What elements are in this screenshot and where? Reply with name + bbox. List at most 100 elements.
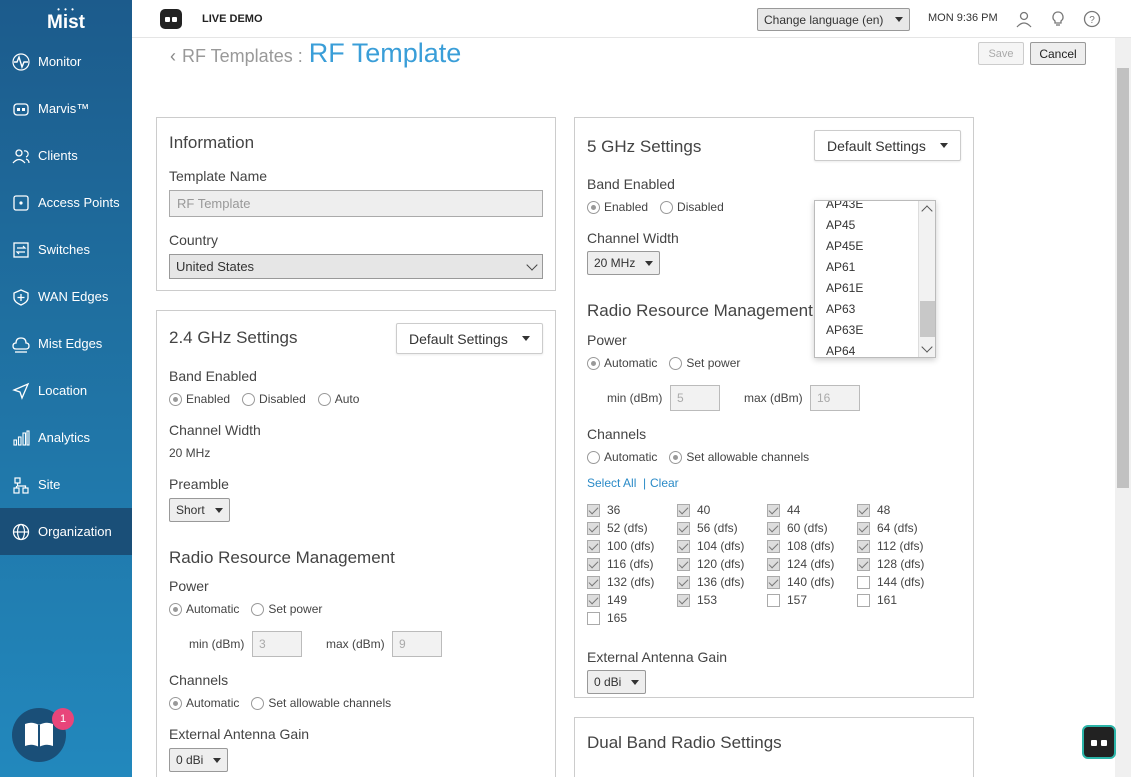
channel-checkbox-item[interactable]: 153: [677, 593, 717, 607]
channel-checkbox-item[interactable]: 64 (dfs): [857, 521, 918, 535]
band24-min-input[interactable]: 3: [252, 631, 302, 657]
band5-power-auto-option[interactable]: Automatic: [587, 356, 657, 370]
radio-selected[interactable]: [169, 602, 182, 616]
band24-max-input[interactable]: 9: [392, 631, 442, 657]
band24-ch-set-option[interactable]: Set allowable channels: [251, 696, 391, 710]
sidebar-item-access-points[interactable]: Access Points: [0, 179, 132, 226]
dropdown-option[interactable]: AP63E: [815, 319, 935, 340]
band24-auto-option[interactable]: Auto: [317, 392, 359, 406]
checkbox[interactable]: [587, 539, 600, 553]
channel-checkbox-item[interactable]: 40: [677, 503, 710, 517]
help-icon[interactable]: ?: [1083, 10, 1101, 28]
checkbox[interactable]: [587, 503, 600, 517]
dropdown-option[interactable]: AP63: [815, 298, 935, 319]
sidebar-item-monitor[interactable]: Monitor: [0, 38, 132, 85]
sidebar-item-location[interactable]: Location: [0, 367, 132, 414]
radio[interactable]: [251, 602, 265, 616]
checkbox[interactable]: [857, 503, 870, 517]
radio[interactable]: [242, 392, 256, 406]
dropdown-option[interactable]: AP64: [815, 340, 935, 358]
breadcrumb-parent[interactable]: RF Templates :: [182, 46, 303, 67]
channel-checkbox-item[interactable]: 161: [857, 593, 897, 607]
back-chevron-icon[interactable]: ‹: [170, 46, 176, 67]
checkbox[interactable]: [767, 521, 780, 535]
radio[interactable]: [669, 356, 683, 370]
channel-checkbox-item[interactable]: 56 (dfs): [677, 521, 738, 535]
channel-checkbox-item[interactable]: 165: [587, 611, 627, 625]
band24-default-settings-button[interactable]: Default Settings: [396, 323, 543, 354]
sidebar-item-organization[interactable]: Organization: [0, 508, 132, 555]
sidebar-item-analytics[interactable]: Analytics: [0, 414, 132, 461]
page-scroll-thumb[interactable]: [1117, 68, 1129, 488]
page-scrollbar[interactable]: [1115, 38, 1131, 777]
marvis-robot-icon[interactable]: [160, 8, 182, 29]
radio[interactable]: [587, 450, 600, 464]
radio-selected[interactable]: [587, 356, 600, 370]
radio[interactable]: [251, 696, 265, 710]
channel-checkbox-item[interactable]: 157: [767, 593, 807, 607]
checkbox[interactable]: [587, 521, 600, 535]
checkbox[interactable]: [767, 539, 780, 553]
checkbox[interactable]: [767, 557, 780, 571]
mist-logo[interactable]: • • • Mist: [0, 0, 132, 38]
cancel-button[interactable]: Cancel: [1030, 42, 1086, 65]
band24-power-set-option[interactable]: Set power: [251, 602, 322, 616]
channel-checkbox-item[interactable]: 108 (dfs): [767, 539, 834, 553]
sidebar-item-wan-edges[interactable]: WAN Edges: [0, 273, 132, 320]
clear-link[interactable]: Clear: [650, 476, 679, 490]
select-all-link[interactable]: Select All: [587, 476, 636, 490]
band5-antenna-select[interactable]: 0 dBi: [587, 670, 647, 694]
scroll-down-icon[interactable]: [921, 341, 933, 353]
checkbox[interactable]: [767, 575, 780, 589]
template-name-input[interactable]: RF Template: [169, 190, 543, 217]
band5-channel-width-select[interactable]: 20 MHz: [587, 251, 661, 275]
channel-checkbox-item[interactable]: 124 (dfs): [767, 557, 834, 571]
channel-checkbox-item[interactable]: 48: [857, 503, 890, 517]
checkbox[interactable]: [677, 593, 690, 607]
band24-preamble-select[interactable]: Short: [169, 498, 230, 522]
band24-enabled-option[interactable]: Enabled: [169, 392, 230, 406]
channel-checkbox-item[interactable]: 44: [767, 503, 800, 517]
channel-checkbox-item[interactable]: 100 (dfs): [587, 539, 654, 553]
radio-selected[interactable]: [169, 696, 182, 710]
band24-antenna-select[interactable]: 0 dBi: [169, 748, 229, 772]
dropdown-scrollbar[interactable]: [918, 201, 935, 357]
save-button[interactable]: Save: [978, 42, 1024, 65]
channel-checkbox-item[interactable]: 104 (dfs): [677, 539, 744, 553]
checkbox[interactable]: [677, 557, 690, 571]
checkbox[interactable]: [857, 575, 870, 589]
sidebar-item-clients[interactable]: Clients: [0, 132, 132, 179]
checkbox[interactable]: [587, 611, 600, 625]
channel-checkbox-item[interactable]: 120 (dfs): [677, 557, 744, 571]
channel-checkbox-item[interactable]: 52 (dfs): [587, 521, 648, 535]
lightbulb-icon[interactable]: [1049, 10, 1067, 28]
checkbox[interactable]: [767, 503, 780, 517]
checkbox[interactable]: [857, 557, 870, 571]
radio-selected[interactable]: [669, 450, 683, 464]
dropdown-option[interactable]: AP61: [815, 256, 935, 277]
user-icon[interactable]: [1015, 10, 1033, 28]
radio[interactable]: [660, 200, 674, 214]
radio[interactable]: [317, 392, 331, 406]
country-select[interactable]: United States: [169, 254, 543, 279]
channel-checkbox-item[interactable]: 144 (dfs): [857, 575, 924, 589]
checkbox[interactable]: [677, 575, 690, 589]
band5-enabled-option[interactable]: Enabled: [587, 200, 648, 214]
sidebar-item-mist-edges[interactable]: Mist Edges: [0, 320, 132, 367]
band24-ch-auto-option[interactable]: Automatic: [169, 696, 239, 710]
channel-checkbox-item[interactable]: 132 (dfs): [587, 575, 654, 589]
band5-max-input[interactable]: 16: [810, 385, 860, 411]
channel-checkbox-item[interactable]: 112 (dfs): [857, 539, 923, 553]
scroll-up-icon[interactable]: [921, 205, 933, 217]
channel-checkbox-item[interactable]: 140 (dfs): [767, 575, 834, 589]
band5-ch-auto-option[interactable]: Automatic: [587, 450, 657, 464]
band24-disabled-option[interactable]: Disabled: [242, 392, 306, 406]
band24-power-auto-option[interactable]: Automatic: [169, 602, 239, 616]
checkbox[interactable]: [857, 593, 870, 607]
checkbox[interactable]: [587, 575, 600, 589]
sidebar-item-site[interactable]: Site: [0, 461, 132, 508]
band5-default-settings-button[interactable]: Default Settings: [814, 130, 961, 161]
sidebar-item-switches[interactable]: Switches: [0, 226, 132, 273]
marvis-assistant-button[interactable]: [1082, 725, 1116, 759]
ap-model-dropdown[interactable]: AP43E AP45 AP45E AP61 AP61E AP63 AP63E AP64: [814, 200, 936, 358]
